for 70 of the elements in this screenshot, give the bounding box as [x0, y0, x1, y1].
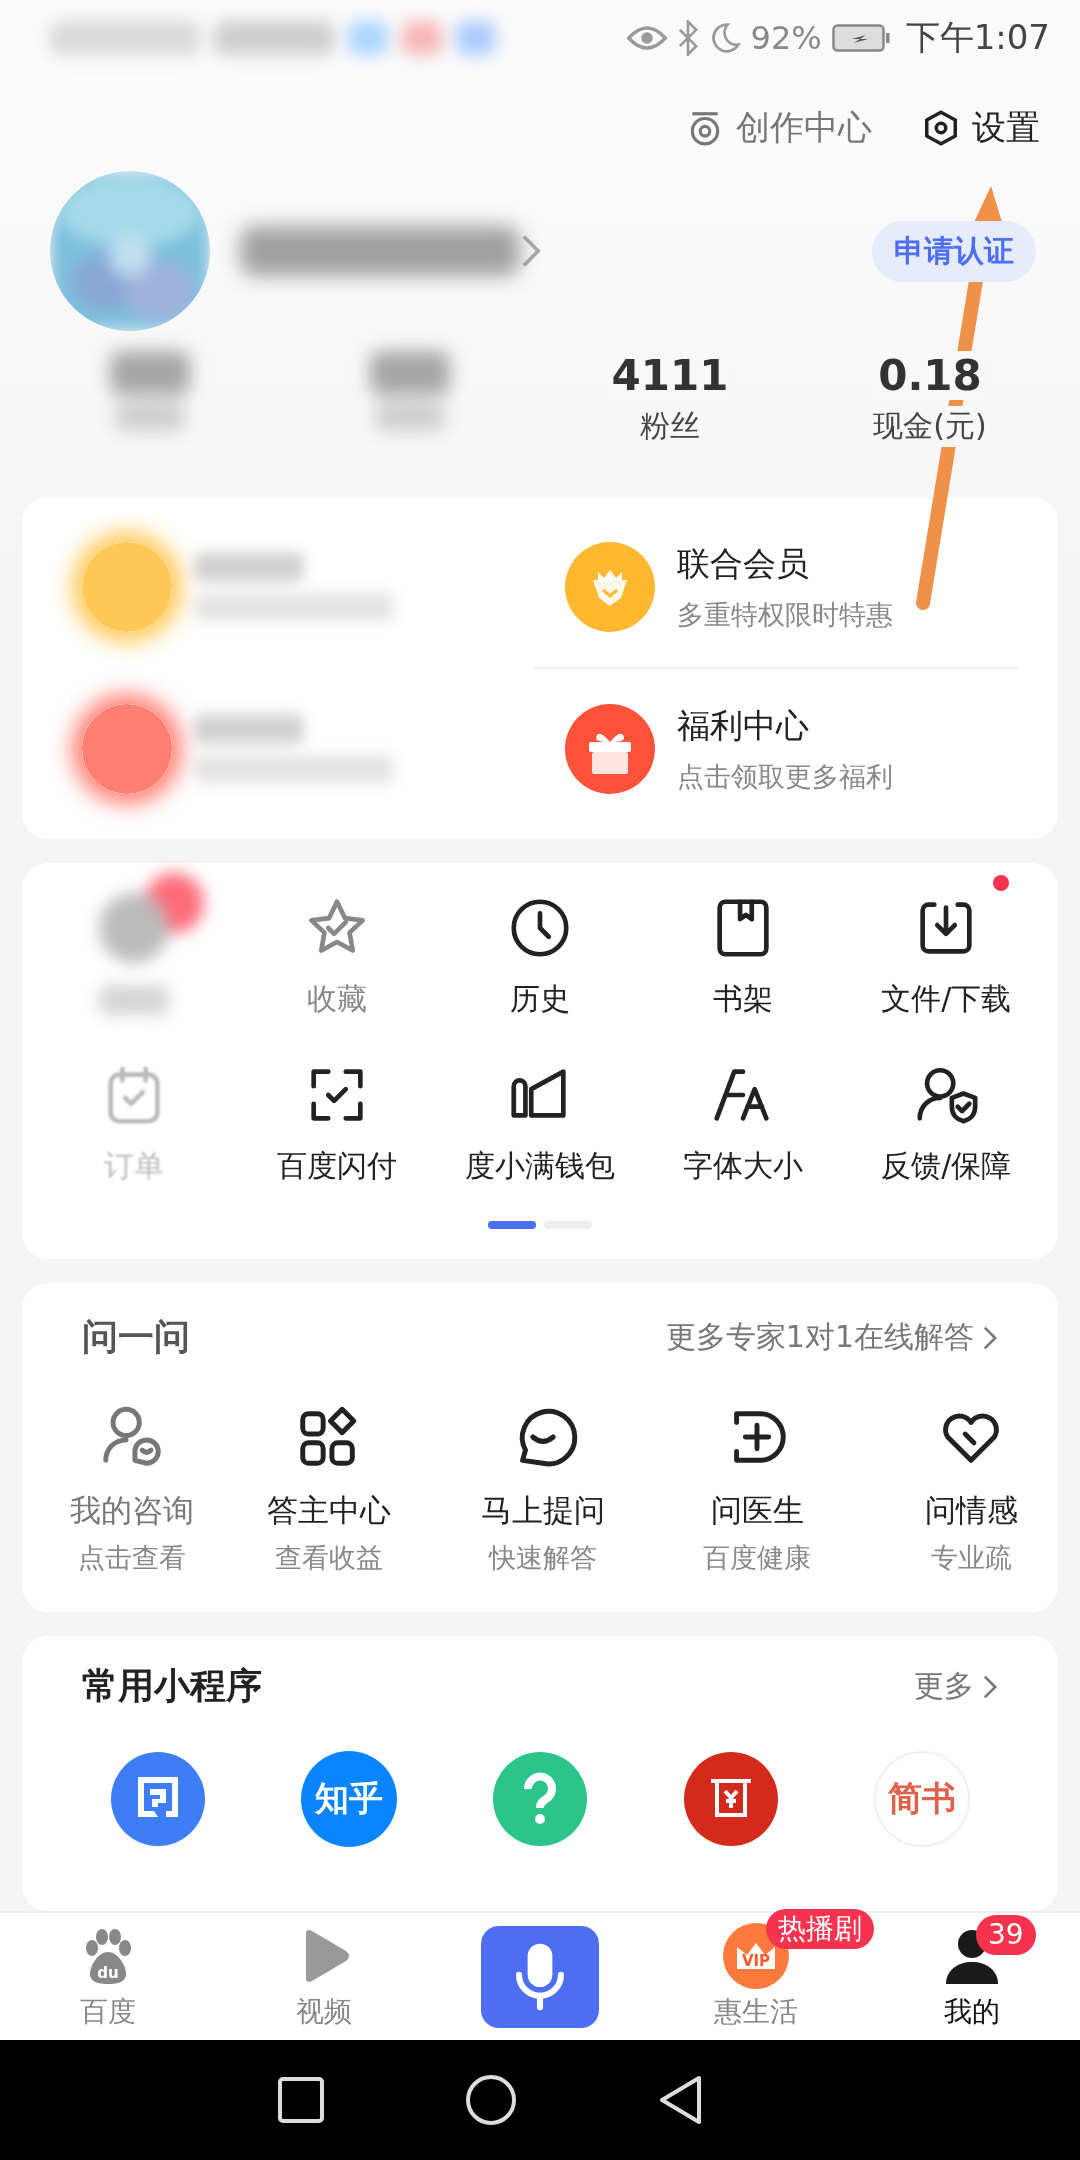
tool-item[interactable]: 书架 — [641, 893, 845, 1020]
tool-item[interactable]: 字体大小 — [641, 1060, 845, 1187]
ask-title: 问医生 — [710, 1491, 804, 1530]
home-icon[interactable] — [465, 2074, 517, 2126]
tool-label: 历史 — [510, 980, 570, 1018]
notification-icon — [214, 20, 334, 55]
more-link[interactable]: 更多专家1对1在线解答 — [665, 1317, 998, 1358]
nav-tab[interactable]: 视频 — [294, 1922, 354, 2031]
chevron-icon — [982, 1673, 998, 1700]
promo-title: 福利中心 — [677, 704, 810, 747]
blurred-text — [115, 401, 185, 431]
tool-item[interactable]: 反馈/保障 — [844, 1060, 1048, 1187]
ask-item[interactable]: 答主中心 查看收益 — [222, 1402, 436, 1576]
chevron-icon — [520, 233, 542, 269]
ask-item[interactable]: 我的咨询 点击查看 — [42, 1402, 222, 1576]
back-icon[interactable] — [657, 2074, 703, 2126]
ask-subtitle: 专业疏 — [930, 1541, 1012, 1575]
app-logo[interactable]: 知乎 — [300, 1751, 397, 1847]
clock-time: 下午1:07 — [905, 15, 1050, 59]
notification-icon — [456, 20, 496, 55]
battery-icon — [831, 22, 890, 53]
app-logo[interactable] — [683, 1751, 780, 1847]
blurred-text — [375, 401, 445, 431]
ask-item[interactable]: 问情感 专业疏 — [864, 1402, 1058, 1576]
badge: 39 — [976, 1914, 1036, 1955]
tool-label: 文件/下载 — [881, 980, 1012, 1018]
tool-label: 百度闪付 — [276, 1147, 397, 1185]
app-logo[interactable] — [109, 1751, 206, 1847]
ask-subtitle: 快速解答 — [489, 1541, 597, 1575]
ask-title: 答主中心 — [267, 1491, 391, 1530]
chevron-icon — [982, 1324, 998, 1351]
section-title: 问一问 — [82, 1315, 190, 1359]
app-logo[interactable]: 简书 — [874, 1751, 971, 1847]
battery-percent: 92% — [750, 18, 822, 57]
header-button[interactable]: 设置 — [922, 105, 1040, 151]
tool-label: 反馈/保障 — [881, 1147, 1012, 1185]
tool-item[interactable]: 百度闪付 — [235, 1060, 439, 1187]
app-logo[interactable] — [492, 1751, 588, 1847]
voice-button[interactable] — [481, 1925, 599, 2028]
tool-item[interactable]: 收藏 — [235, 893, 439, 1020]
verify-button[interactable]: 申请认证 — [872, 220, 1036, 282]
tool-label: 收藏 — [306, 980, 367, 1018]
ask-title: 马上提问 — [481, 1491, 605, 1530]
tool-label: 字体大小 — [683, 1147, 804, 1185]
promo-title: 联合会员 — [677, 542, 810, 585]
settings-icon — [922, 109, 960, 147]
notification-icon — [348, 20, 388, 55]
more-link[interactable]: 更多 — [914, 1666, 998, 1707]
tool-item[interactable]: 历史 — [438, 893, 642, 1020]
eye-icon — [626, 23, 667, 52]
ask-title: 我的咨询 — [70, 1491, 194, 1530]
ask-item[interactable]: 问医生 百度健康 — [650, 1402, 864, 1576]
header-button[interactable]: 创作中心 — [686, 105, 872, 151]
notification-icon — [402, 20, 442, 55]
promo-item[interactable]: 福利中心 点击领取更多福利 — [535, 669, 1018, 829]
ask-title: 问情感 — [924, 1491, 1018, 1530]
ask-subtitle: 点击查看 — [78, 1541, 186, 1575]
recent-apps-icon[interactable] — [277, 2076, 325, 2124]
ask-subtitle: 百度健康 — [703, 1541, 811, 1575]
nav-tab[interactable]: du 百度 — [78, 1922, 138, 2031]
tool-label: 书架 — [713, 980, 774, 1018]
tool-item[interactable]: 文件/下载 — [844, 893, 1048, 1020]
ask-subtitle: 查看收益 — [275, 1541, 383, 1575]
tool-label: 度小满钱包 — [465, 1147, 615, 1185]
ask-item[interactable]: 马上提问 快速解答 — [436, 1402, 650, 1576]
blurred-text — [98, 985, 169, 1015]
section-title: 常用小程序 — [82, 1664, 262, 1708]
promo-item[interactable]: 联合会员 多重特权限时特惠 — [535, 507, 1018, 669]
bluetooth-icon — [676, 19, 699, 56]
tool-item[interactable]: 度小满钱包 — [438, 1060, 642, 1187]
